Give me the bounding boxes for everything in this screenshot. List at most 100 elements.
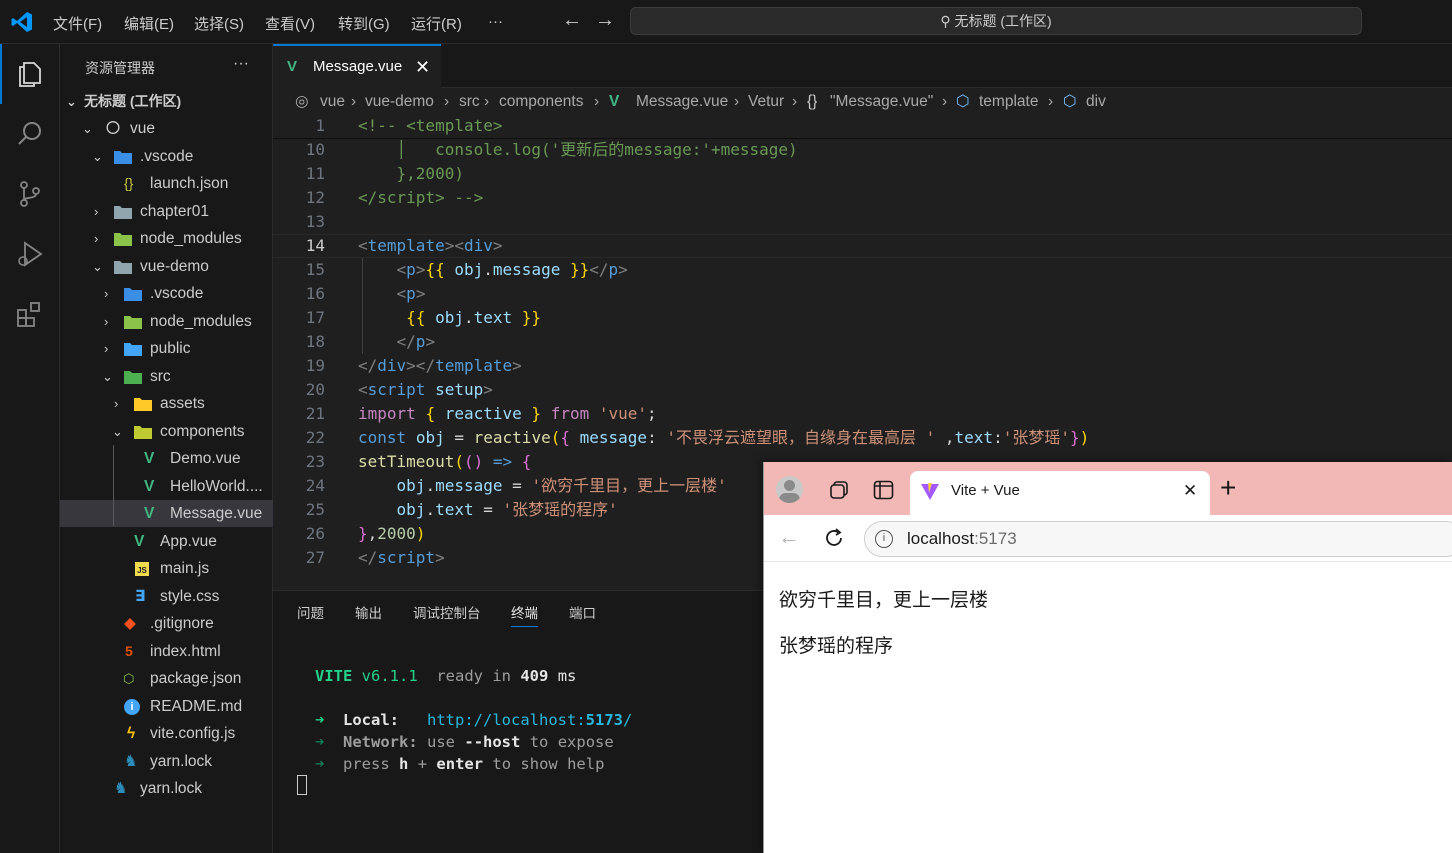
search-icon: ⚲ (940, 13, 955, 29)
nav-back-icon[interactable]: ← (562, 9, 582, 32)
breadcrumb-separator-icon: › (1048, 93, 1054, 110)
editor-tab-bar: V Message.vue ✕ (273, 44, 1452, 88)
panel-tab-terminal[interactable]: 终端 (511, 602, 538, 627)
menu-run[interactable]: 运行(R) (411, 13, 462, 34)
explorer-icon[interactable] (0, 44, 60, 104)
menu-selection[interactable]: 选择(S) (194, 13, 244, 34)
tree-item-chapter01[interactable]: › chapter01 (60, 198, 273, 225)
tree-item-node-modules[interactable]: › node_modules (60, 225, 273, 252)
tree-item-index-html[interactable]: 5 index.html (60, 638, 273, 665)
profile-avatar[interactable] (776, 476, 803, 503)
menu-file[interactable]: 文件(F) (53, 13, 102, 34)
css-file-icon: ∃ (135, 588, 146, 605)
node-folder-icon (114, 233, 132, 246)
close-tab-icon[interactable]: ✕ (415, 46, 430, 88)
breadcrumb-item[interactable]: template (979, 88, 1038, 116)
line-number: 23 (305, 452, 325, 471)
line-number: 14 (305, 236, 325, 255)
breadcrumb-separator-icon: › (594, 93, 600, 110)
breadcrumb-item[interactable]: Message.vue (636, 88, 728, 116)
tree-item-vue-demo[interactable]: ⌄ vue-demo (60, 253, 273, 280)
extensions-icon[interactable] (0, 284, 60, 344)
tree-item-public[interactable]: › public (60, 335, 273, 362)
command-center-search[interactable]: ⚲ 无标题 (工作区) (630, 7, 1362, 35)
search-sidebar-icon[interactable] (0, 104, 60, 164)
breadcrumb-item[interactable]: src (459, 88, 480, 116)
nav-forward-icon[interactable]: → (595, 9, 615, 32)
json-icon: {} (124, 175, 134, 191)
close-tab-icon[interactable]: ✕ (1183, 471, 1197, 511)
tab-actions-icon[interactable] (873, 480, 894, 500)
breadcrumb-item[interactable]: Vetur (748, 88, 784, 116)
workspace-header[interactable]: ⌄ 无标题 (工作区) (60, 88, 273, 115)
menu-view[interactable]: 查看(V) (265, 13, 315, 34)
public-folder-icon (124, 343, 142, 356)
tree-item-main-js[interactable]: JS main.js (60, 555, 273, 582)
site-info-icon[interactable]: i (875, 530, 893, 548)
line-number: 13 (305, 212, 325, 231)
tree-item-yarn-lock-root[interactable]: ♞ yarn.lock (60, 775, 273, 802)
breadcrumb-item[interactable]: "Message.vue" (830, 88, 933, 116)
breadcrumb-separator-icon: › (942, 93, 948, 110)
tree-item-package-json[interactable]: ⬡ package.json (60, 665, 273, 692)
tree-item-assets[interactable]: › assets (60, 390, 273, 417)
tab-message-vue[interactable]: V Message.vue ✕ (273, 44, 441, 88)
tree-item-style-css[interactable]: ∃ style.css (60, 583, 273, 610)
collections-icon[interactable] (828, 479, 850, 501)
menu-edit[interactable]: 编辑(E) (124, 13, 174, 34)
src-folder-icon (124, 371, 142, 384)
tree-item-readme-md[interactable]: i README.md (60, 693, 273, 720)
line-number: 27 (305, 548, 325, 567)
tree-item-helloworld-vue[interactable]: V HelloWorld.... (60, 473, 273, 500)
html-file-icon: 5 (125, 643, 133, 659)
line-number: 22 (305, 428, 325, 447)
tree-item-launch-json[interactable]: {} launch.json (60, 170, 273, 197)
new-tab-icon[interactable]: + (1220, 472, 1236, 504)
code-line: <p>{{ obj.message }}</p> (396, 260, 628, 279)
line-number: 15 (305, 260, 325, 279)
explorer-more-icon[interactable]: ··· (233, 55, 249, 73)
panel-tab-problems[interactable]: 问题 (297, 602, 324, 622)
tree-item-src[interactable]: ⌄ src (60, 363, 273, 390)
breadcrumb-item[interactable]: components (499, 88, 583, 116)
menu-go[interactable]: 转到(G) (338, 13, 390, 34)
page-message-text: 欲穷千里目，更上一层楼 (779, 589, 989, 611)
menu-more[interactable]: ··· (488, 13, 503, 30)
source-control-icon[interactable] (0, 164, 60, 224)
browser-tab-vite-vue[interactable]: Vite + Vue ✕ (910, 471, 1210, 515)
tree-item-components[interactable]: ⌄ components (60, 418, 273, 445)
tree-item-vite-config-js[interactable]: ϟ vite.config.js (60, 720, 273, 747)
breadcrumb-item[interactable]: div (1086, 88, 1106, 116)
line-number: 19 (305, 356, 325, 375)
page-text-paragraph: 张梦瑶的程序 (779, 635, 894, 657)
panel-tab-output[interactable]: 输出 (355, 602, 382, 622)
breadcrumb-separator-icon: › (484, 93, 490, 110)
folder-root-icon: ◎ (295, 93, 309, 110)
tree-item-gitignore[interactable]: ◆ .gitignore (60, 610, 273, 637)
tree-item-vscode-2[interactable]: › .vscode (60, 280, 273, 307)
vue-file-icon: V (609, 93, 620, 110)
panel-tab-ports[interactable]: 端口 (569, 602, 596, 622)
activity-bar (0, 44, 60, 853)
tree-item-vue[interactable]: ⌄ vue (60, 115, 273, 142)
breadcrumb-item[interactable]: vue (320, 88, 345, 116)
local-url-link[interactable]: http://localhost:5173/ (427, 711, 632, 729)
tree-item-app-vue[interactable]: V App.vue (60, 528, 273, 555)
browser-back-icon[interactable]: ← (778, 524, 800, 550)
refresh-icon[interactable] (823, 527, 845, 549)
run-debug-icon[interactable] (0, 224, 60, 284)
tree-item-message-vue[interactable]: V Message.vue (60, 500, 273, 527)
tree-item-vscode[interactable]: ⌄ .vscode (60, 143, 273, 170)
tree-item-yarn-lock[interactable]: ♞ yarn.lock (60, 748, 273, 775)
panel-tab-debug-console[interactable]: 调试控制台 (413, 602, 481, 622)
code-line: {{ obj.text }} (406, 308, 542, 327)
breadcrumb-item[interactable]: vue-demo (365, 88, 434, 116)
folder-icon (114, 206, 132, 219)
vue-file-icon: V (144, 505, 155, 522)
info-icon: i (124, 699, 140, 715)
tree-item-node-modules-2[interactable]: › node_modules (60, 308, 273, 335)
tree-item-demo-vue[interactable]: V Demo.vue (60, 445, 273, 472)
url-input[interactable]: i localhost:5173 (864, 521, 1452, 557)
line-number: 1 (315, 116, 325, 135)
yarn-file-icon: ♞ (124, 753, 138, 770)
